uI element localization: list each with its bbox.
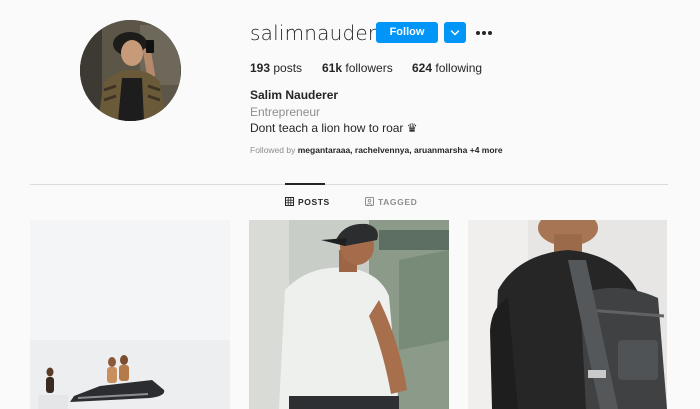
following-stat[interactable]: 624 following: [412, 60, 482, 76]
more-options-icon: [476, 31, 492, 35]
more-options-button[interactable]: [474, 25, 494, 41]
posts-stat: 193 posts: [250, 60, 302, 76]
active-tab-indicator: [285, 183, 325, 185]
tab-tagged-label: TAGGED: [378, 197, 418, 207]
grid-icon: [285, 197, 294, 206]
followed-by[interactable]: Followed by megantaraaa, rachelvennya, a…: [250, 145, 503, 155]
following-label: following: [435, 61, 483, 75]
profile-full-name: Salim Nauderer: [250, 88, 339, 102]
tag-icon: [365, 197, 374, 206]
post-thumbnail[interactable]: [468, 220, 667, 409]
profile-category: Entrepreneur: [250, 105, 321, 119]
post-image-jetski: [30, 220, 230, 409]
section-divider: [30, 184, 668, 185]
followers-label: followers: [345, 61, 393, 75]
post-image-cap: [249, 220, 449, 409]
profile-page: salimnauderer Follow 193 posts 61k follo…: [0, 0, 700, 409]
tab-tagged[interactable]: TAGGED: [365, 197, 417, 207]
profile-bio: Dont teach a lion how to roar ♛: [250, 121, 418, 135]
post-thumbnail[interactable]: [30, 220, 230, 409]
followed-by-names: megantaraaa, rachelvennya, aruanmarsha: [297, 145, 468, 155]
followed-by-prefix: Followed by: [250, 145, 296, 155]
tab-posts[interactable]: POSTS: [285, 197, 330, 207]
avatar[interactable]: [80, 20, 181, 121]
profile-photo: [80, 20, 181, 121]
followers-count: 61k: [322, 61, 343, 75]
profile-username: salimnauderer: [250, 21, 397, 45]
following-count: 624: [412, 61, 433, 75]
chevron-down-icon: [450, 30, 460, 36]
suggestions-dropdown-button[interactable]: [444, 22, 466, 43]
tab-posts-label: POSTS: [298, 197, 330, 207]
follow-button[interactable]: Follow: [376, 22, 438, 43]
followers-stat[interactable]: 61k followers: [322, 60, 393, 76]
posts-count: 193: [250, 61, 271, 75]
followed-by-more: +4 more: [469, 145, 503, 155]
post-thumbnail[interactable]: [249, 220, 449, 409]
posts-label: posts: [273, 61, 303, 75]
post-image-backpack: [468, 220, 667, 409]
